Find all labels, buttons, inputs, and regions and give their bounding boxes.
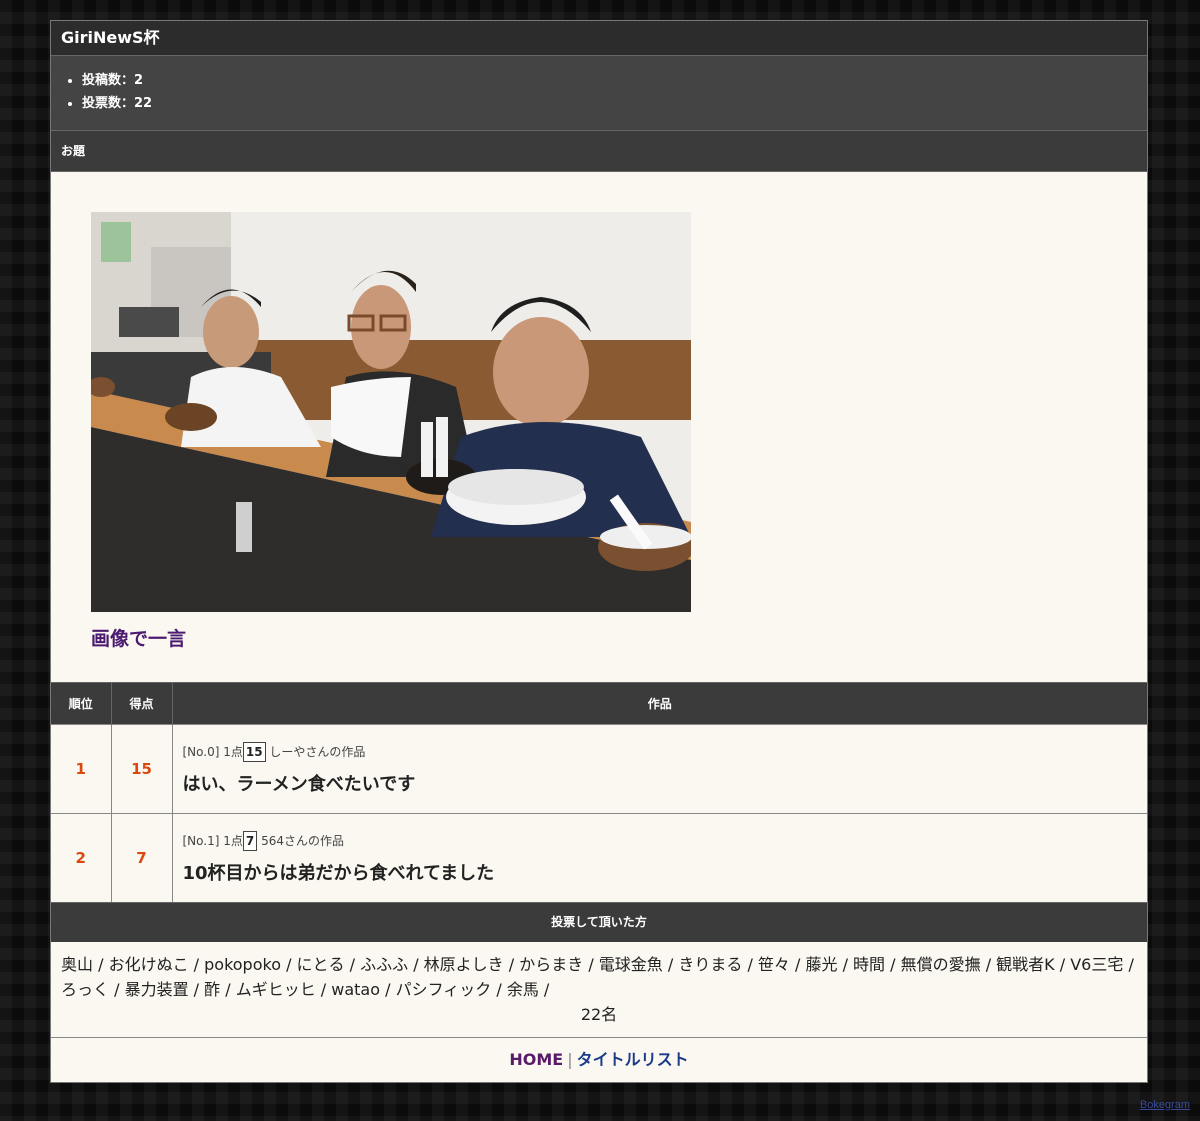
odai-heading: お題 [51,131,1147,172]
page-title: GiriNewS杯 [51,21,1147,56]
work-score-box: 15 [242,742,266,762]
ranking-table: 順位 得点 作品 1 15 [No.0] 1点 15 しーやさんの作品 はい、ラー… [51,682,1147,902]
work-author: 564さんの作品 [261,834,344,848]
score-column-header: 得点 [111,682,173,725]
footer-nav: HOME | タイトルリスト [51,1038,1147,1082]
odai-caption: 画像で一言 [91,628,187,650]
voters-count: 22名 [580,1005,618,1024]
work-author: しーやさんの作品 [269,745,366,759]
bokegram-link[interactable]: Bokegram [1140,1099,1190,1111]
work-meta: [No.0] 1点 15 しーやさんの作品 [183,742,1147,762]
rank-cell: 1 [51,724,112,814]
work-meta-prefix: [No.1] 1点 [182,834,243,848]
stats-list: 投稿数：2 投票数：22 [51,69,1147,115]
work-text: 10杯目からは弟だから食べれてました [182,863,495,884]
voters-list: 奥山 / お化けぬこ / pokopoko / にとる / ふふふ / 林原よし… [61,955,1134,999]
title-list-link[interactable]: タイトルリスト [577,1050,689,1069]
stats-panel: 投稿数：2 投票数：22 [51,56,1147,131]
contest-panel: GiriNewS杯 投稿数：2 投票数：22 お題 [50,20,1148,1083]
work-column-header: 作品 [172,682,1147,725]
home-link[interactable]: HOME [509,1050,563,1069]
table-row: 1 15 [No.0] 1点 15 しーやさんの作品 はい、ラーメン食べたいです [51,724,1147,814]
work-meta-prefix: [No.0] 1点 [182,745,243,759]
posts-count: 投稿数：2 [82,69,1147,92]
footer-separator: | [567,1050,573,1069]
work-score-box: 7 [242,831,258,851]
votes-count: 投票数：22 [82,92,1147,115]
score-cell: 7 [111,813,173,902]
odai-section: 画像で一言 [51,172,1147,682]
voters-heading: 投票して頂いた方 [51,902,1147,942]
work-meta: [No.1] 1点 7 564さんの作品 [183,831,1147,851]
odai-photo[interactable] [91,212,691,612]
ramen-shop-photo-icon [91,212,691,612]
rank-column-header: 順位 [51,682,112,725]
rank-cell: 2 [51,813,112,902]
work-cell: [No.0] 1点 15 しーやさんの作品 はい、ラーメン食べたいです [172,724,1147,814]
ranking-header-row: 順位 得点 作品 [51,682,1147,725]
work-text: はい、ラーメン食べたいです [182,774,416,795]
work-cell: [No.1] 1点 7 564さんの作品 10杯目からは弟だから食べれてました [172,813,1147,902]
score-cell: 15 [111,724,173,814]
table-row: 2 7 [No.1] 1点 7 564さんの作品 10杯目からは弟だから食べれてま… [51,813,1147,902]
voters-panel: 奥山 / お化けぬこ / pokopoko / にとる / ふふふ / 林原よし… [51,942,1147,1038]
